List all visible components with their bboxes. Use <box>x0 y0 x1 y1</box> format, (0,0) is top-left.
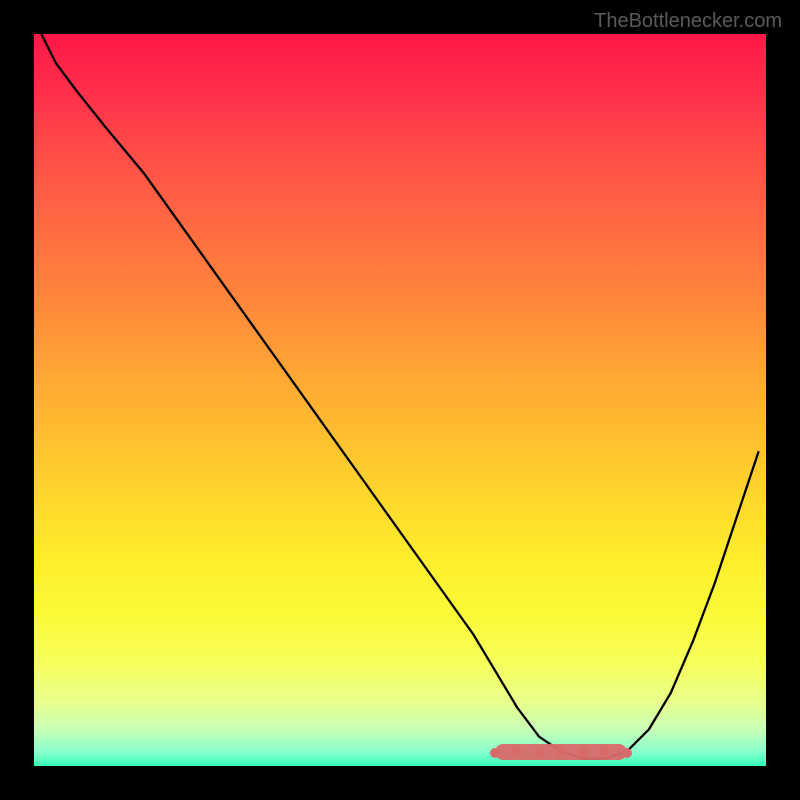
gradient-background <box>34 34 766 766</box>
optimal-dot <box>556 746 566 756</box>
optimal-dot <box>512 746 522 756</box>
optimal-dot <box>622 748 632 758</box>
optimal-dot <box>490 748 500 758</box>
optimal-dot <box>600 746 610 756</box>
optimal-dot <box>534 748 544 758</box>
optimal-dot <box>578 748 588 758</box>
watermark-text: TheBottlenecker.com <box>594 10 782 33</box>
chart-area <box>34 34 766 766</box>
